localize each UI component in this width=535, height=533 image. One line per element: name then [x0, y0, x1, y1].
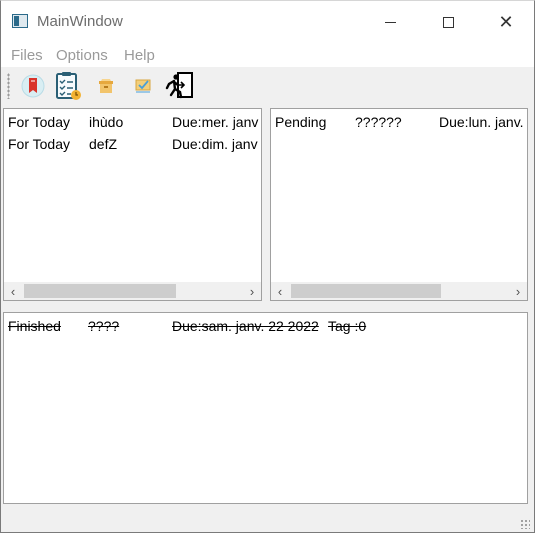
finished-task-list[interactable]: Finished ???? Due:sam. janv. 22 2022 Tag…	[3, 312, 528, 504]
menu-files[interactable]: Files	[11, 47, 43, 64]
clipboard-checklist-icon	[56, 72, 81, 100]
close-icon: ✕	[498, 12, 514, 32]
list-item[interactable]: For Today defZ Due:dim. janv	[4, 133, 261, 155]
minimize-icon	[384, 21, 396, 23]
maximize-icon	[442, 16, 454, 28]
scroll-left-arrow-icon[interactable]: ‹	[4, 282, 22, 300]
resize-grip-icon[interactable]	[520, 519, 530, 529]
list-item[interactable]: Finished ???? Due:sam. janv. 22 2022 Tag…	[4, 315, 527, 337]
scrollbar-thumb[interactable]	[24, 284, 176, 298]
toolbar-tasklist-button[interactable]	[53, 71, 83, 101]
task-due: Due:lun. janv.	[439, 114, 524, 130]
toolbar-archive-button[interactable]	[91, 71, 121, 101]
menu-options[interactable]: Options	[56, 47, 108, 64]
task-name: ??????	[355, 114, 402, 130]
task-name: ihùdo	[89, 114, 124, 130]
task-status: Pending	[275, 114, 327, 130]
main-window: MainWindow ✕ Files Options Help For Toda…	[0, 0, 535, 533]
task-status: Finished	[8, 318, 61, 334]
checked-box-icon	[135, 79, 151, 93]
task-due: Due:sam. janv. 22 2022	[172, 318, 319, 334]
horizontal-scrollbar[interactable]: ‹ ›	[271, 282, 527, 300]
close-button[interactable]: ✕	[477, 1, 535, 43]
task-tag: Tag :0	[328, 318, 367, 334]
task-name: ????	[88, 318, 120, 334]
task-due: Due:dim. janv	[172, 136, 258, 152]
menu-help[interactable]: Help	[124, 47, 155, 64]
window-title: MainWindow	[37, 13, 123, 30]
menu-bar: Files Options Help	[1, 43, 534, 67]
task-status: For Today	[8, 114, 70, 130]
scroll-left-arrow-icon[interactable]: ‹	[271, 282, 289, 300]
toolbar	[1, 67, 534, 105]
maximize-button[interactable]	[419, 1, 477, 43]
task-due: Due:mer. janv	[172, 114, 259, 130]
archive-box-icon	[99, 79, 113, 93]
scroll-right-arrow-icon[interactable]: ›	[509, 282, 527, 300]
task-name: defZ	[89, 136, 118, 152]
scrollbar-thumb[interactable]	[291, 284, 441, 298]
pending-task-list[interactable]: Pending ?????? Due:lun. janv. ‹ ›	[270, 108, 528, 301]
scroll-right-arrow-icon[interactable]: ›	[243, 282, 261, 300]
toolbar-bookmark-button[interactable]	[18, 71, 48, 101]
toolbar-grip[interactable]	[7, 73, 10, 99]
title-bar[interactable]: MainWindow ✕	[1, 1, 534, 43]
exit-running-man-icon	[165, 72, 193, 99]
toolbar-exit-button[interactable]	[165, 71, 195, 101]
horizontal-scrollbar[interactable]: ‹ ›	[4, 282, 261, 300]
list-item[interactable]: Pending ?????? Due:lun. janv.	[271, 111, 527, 133]
minimize-button[interactable]	[361, 1, 419, 43]
bookmark-icon	[21, 74, 45, 98]
app-window-icon	[12, 14, 28, 28]
toolbar-completed-button[interactable]	[128, 71, 158, 101]
task-status: For Today	[8, 136, 70, 152]
today-task-list[interactable]: For Today ihùdo Due:mer. janv For Today …	[3, 108, 262, 301]
list-item[interactable]: For Today ihùdo Due:mer. janv	[4, 111, 261, 133]
